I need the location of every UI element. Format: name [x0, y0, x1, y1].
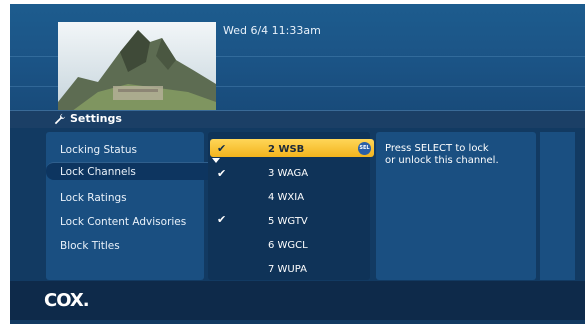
cox-logo: COX.	[44, 290, 90, 311]
date-time: Wed 6/4 11:33am	[223, 24, 321, 37]
channel-item-7-wupa[interactable]: 7 WUPA	[268, 264, 307, 275]
menu-item-lock-content-advisories[interactable]: Lock Content Advisories	[60, 216, 186, 228]
preview-image	[58, 22, 216, 114]
menu-item-block-titles[interactable]: Block Titles	[60, 240, 120, 252]
channel-item-3-waga[interactable]: 3 WAGA	[268, 168, 308, 179]
menu-item-lock-ratings[interactable]: Lock Ratings	[60, 192, 127, 204]
lock-check-icon: ✔	[217, 213, 227, 226]
section-title: Settings	[70, 112, 122, 125]
mountain-image	[58, 22, 216, 114]
wrench-icon	[54, 113, 66, 124]
side-panel	[540, 132, 575, 280]
section-header: Settings	[54, 112, 122, 125]
select-button-icon: SEL	[358, 142, 371, 155]
channel-item-4-wxia[interactable]: 4 WXIA	[268, 192, 304, 203]
scroll-down-indicator	[212, 158, 220, 163]
lock-check-icon: ✔	[217, 142, 227, 155]
lock-check-icon: ✔	[217, 167, 227, 180]
menu-item-lock-channels[interactable]: Lock Channels	[60, 166, 136, 178]
channel-item-2-wsb[interactable]: 2 WSB	[268, 144, 304, 155]
footer	[10, 281, 585, 320]
channel-item-6-wgcl[interactable]: 6 WGCL	[268, 240, 308, 251]
menu-item-locking-status[interactable]: Locking Status	[60, 144, 137, 156]
help-text: Press SELECT to lock or unlock this chan…	[385, 143, 499, 166]
channel-item-5-wgtv[interactable]: 5 WGTV	[268, 216, 308, 227]
